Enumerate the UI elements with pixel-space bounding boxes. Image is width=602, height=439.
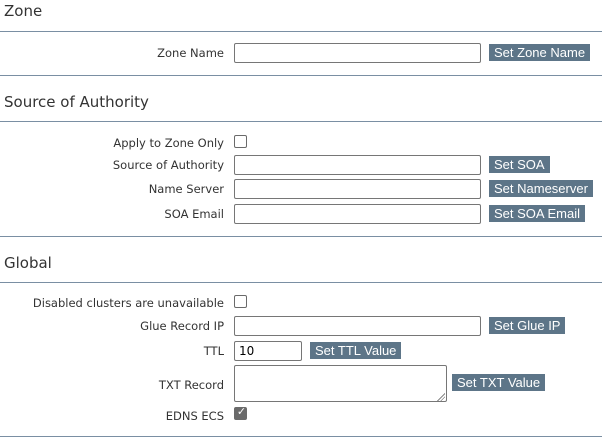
apply-zone-only-label: Apply to Zone Only bbox=[113, 136, 224, 150]
set-zone-name-button[interactable]: Set Zone Name bbox=[489, 44, 591, 61]
soa-input[interactable] bbox=[234, 155, 481, 175]
set-txt-button[interactable]: Set TXT Value bbox=[452, 374, 546, 391]
edns-ecs-checkbox[interactable]: ✓ bbox=[234, 405, 247, 420]
disabled-clusters-label: Disabled clusters are unavailable bbox=[32, 296, 224, 310]
set-soa-email-button[interactable]: Set SOA Email bbox=[489, 205, 585, 222]
global-section-title: Global bbox=[4, 254, 52, 272]
name-server-label: Name Server bbox=[148, 182, 224, 196]
set-ttl-button[interactable]: Set TTL Value bbox=[310, 342, 402, 359]
set-soa-button[interactable]: Set SOA bbox=[489, 156, 550, 173]
edns-ecs-label: EDNS ECS bbox=[165, 409, 224, 423]
divider bbox=[0, 75, 602, 76]
resize-grip-icon[interactable] bbox=[437, 393, 445, 401]
txt-record-textarea[interactable] bbox=[234, 365, 447, 402]
set-nameserver-button[interactable]: Set Nameserver bbox=[489, 180, 593, 197]
txt-record-label: TXT Record bbox=[158, 378, 224, 392]
glue-record-input[interactable] bbox=[234, 316, 481, 336]
glue-record-label: Glue Record IP bbox=[140, 319, 224, 333]
divider bbox=[0, 282, 602, 283]
disabled-clusters-checkbox[interactable] bbox=[234, 295, 247, 308]
soa-section-title: Source of Authority bbox=[4, 93, 149, 111]
divider bbox=[0, 31, 602, 32]
check-mark-icon: ✓ bbox=[236, 405, 247, 418]
divider bbox=[0, 236, 602, 237]
soa-label: Source of Authority bbox=[112, 158, 224, 172]
name-server-input[interactable] bbox=[234, 179, 481, 199]
soa-email-input[interactable] bbox=[234, 204, 481, 224]
zone-section-title: Zone bbox=[4, 2, 43, 20]
soa-email-label: SOA Email bbox=[164, 207, 224, 221]
divider bbox=[0, 121, 602, 122]
apply-zone-only-checkbox[interactable] bbox=[234, 135, 247, 148]
divider bbox=[0, 436, 602, 437]
zone-name-label: Zone Name bbox=[157, 46, 224, 60]
ttl-label: TTL bbox=[203, 344, 224, 358]
ttl-input[interactable] bbox=[234, 341, 302, 361]
zone-name-input[interactable] bbox=[234, 43, 481, 63]
set-glue-ip-button[interactable]: Set Glue IP bbox=[489, 317, 566, 334]
